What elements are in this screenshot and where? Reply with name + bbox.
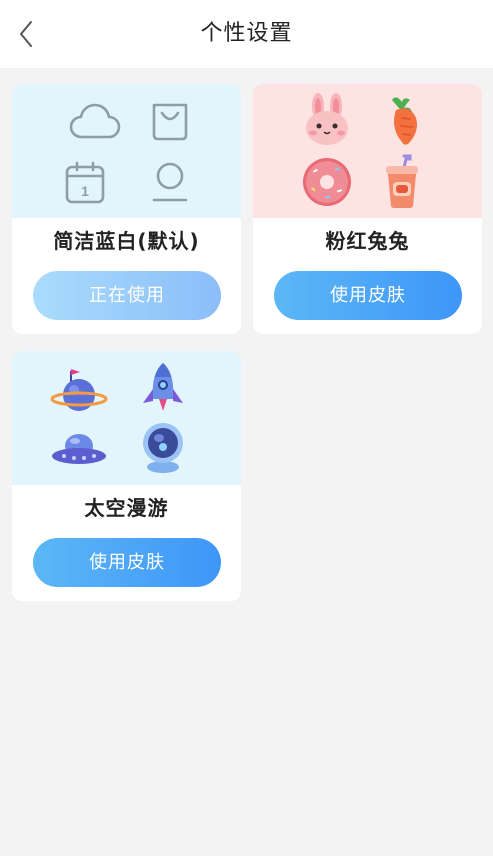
- rocket-icon: [133, 361, 193, 417]
- carrot-icon: [372, 92, 432, 148]
- apply-skin-button[interactable]: 使用皮肤: [33, 538, 221, 587]
- donut-icon: [297, 154, 357, 210]
- skin-card-space: 太空漫游 使用皮肤: [12, 351, 241, 601]
- skin-preview-space: [12, 351, 241, 485]
- calendar-icon: 1: [55, 155, 115, 211]
- bag-icon: [140, 93, 200, 149]
- astronaut-icon: [133, 419, 193, 475]
- skin-preview-pink-bunny: [253, 84, 482, 218]
- planet-icon: [49, 363, 109, 419]
- drink-cup-icon: [372, 154, 432, 210]
- calendar-number: 1: [81, 183, 89, 199]
- ufo-icon: [49, 423, 109, 479]
- cloud-icon: [65, 93, 125, 149]
- skin-in-use-button[interactable]: 正在使用: [33, 271, 221, 320]
- user-icon: [140, 155, 200, 211]
- bunny-icon: [297, 92, 357, 148]
- skin-preview-default: 1: [12, 84, 241, 218]
- apply-skin-button[interactable]: 使用皮肤: [274, 271, 462, 320]
- header-bar: 个性设置: [0, 0, 493, 68]
- skin-card-default: 1 简洁蓝白(默认) 正在使用: [12, 84, 241, 334]
- skin-name: 简洁蓝白(默认): [53, 229, 200, 253]
- page-title: 个性设置: [200, 21, 293, 46]
- skin-card-pink-bunny: 粉红兔兔 使用皮肤: [253, 84, 482, 334]
- skin-name: 太空漫游: [84, 496, 169, 520]
- skin-name: 粉红兔兔: [325, 229, 410, 253]
